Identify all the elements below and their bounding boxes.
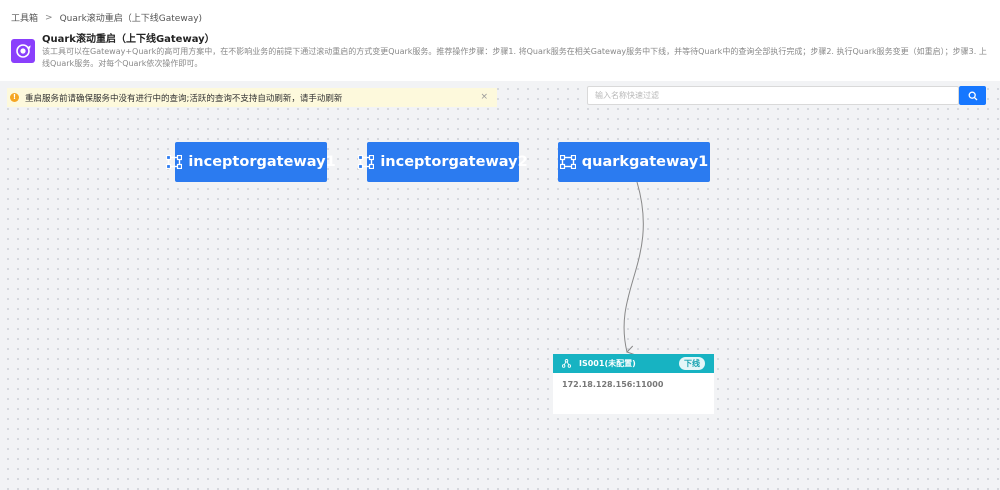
gateway-node-icon [358, 155, 375, 169]
quark-node[interactable]: IS001(未配置) 下线 172.18.128.156:11000 [553, 354, 714, 414]
breadcrumb: 工具箱 > Quark滚动重启（上下线Gateway) [11, 11, 203, 25]
gateway-name: inceptorgateway1 [188, 154, 336, 170]
gateway-name: quarkgateway1 [581, 154, 709, 170]
breadcrumb-current: Quark滚动重启（上下线Gateway) [59, 14, 203, 24]
quark-status-badge[interactable]: 下线 [679, 357, 705, 370]
search-input[interactable] [587, 86, 959, 105]
gateway-node-inceptorgateway2[interactable]: inceptorgateway2 [358, 142, 528, 182]
gateway-node-icon [166, 155, 183, 169]
gateway-node-inceptorgateway1[interactable]: inceptorgateway1 [166, 142, 336, 182]
breadcrumb-root-link[interactable]: 工具箱 [11, 11, 38, 24]
restart-icon [11, 39, 35, 63]
quark-node-header: IS001(未配置) 下线 [553, 354, 714, 373]
search-icon [968, 91, 977, 100]
search-button[interactable] [959, 86, 986, 105]
cluster-icon [562, 359, 571, 368]
page-header: 工具箱 > Quark滚动重启（上下线Gateway) Quark滚动重启（上下… [0, 0, 1000, 81]
quark-node-name: IS001(未配置) [579, 359, 636, 368]
tool-title: Quark滚动重启（上下线Gateway） [42, 34, 215, 45]
quark-node-address: 172.18.128.156:11000 [562, 380, 664, 389]
gateway-name: inceptorgateway2 [380, 154, 528, 170]
alert-text: 重启服务前请确保服务中没有进行中的查询;活跃的查询不支持自动刷新，请手动刷新 [25, 93, 343, 104]
close-icon[interactable]: × [480, 92, 488, 102]
breadcrumb-separator: > [45, 12, 53, 23]
gateway-node-quarkgateway1[interactable]: quarkgateway1 [558, 142, 710, 182]
warning-alert: ! 重启服务前请确保服务中没有进行中的查询;活跃的查询不支持自动刷新，请手动刷新… [7, 88, 497, 107]
tool-description: 该工具可以在Gateway+Quark的高可用方案中，在不影响业务的前提下通过滚… [42, 47, 987, 68]
gateway-node-icon [559, 155, 576, 169]
warning-icon: ! [10, 93, 19, 102]
